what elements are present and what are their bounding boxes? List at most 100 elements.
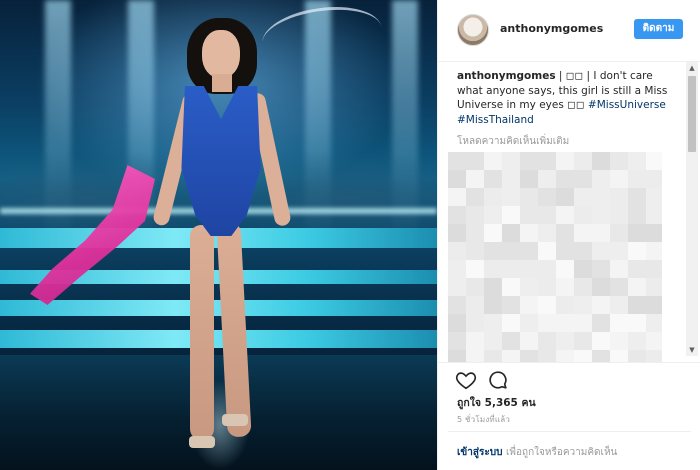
heart-icon[interactable] — [455, 369, 477, 391]
pixel-block — [646, 332, 662, 350]
post-side-panel: anthonymgomes ติดตาม anthonymgomes | ◻◻ … — [437, 0, 700, 470]
pixel-block — [628, 350, 646, 362]
pixel-block — [556, 296, 574, 314]
pixel-block — [538, 170, 556, 188]
pixel-block — [502, 332, 520, 350]
pixel-block — [574, 188, 592, 206]
pixel-block — [556, 188, 574, 206]
pixel-block — [520, 170, 538, 188]
pixel-block — [502, 242, 520, 260]
pixel-block — [592, 188, 610, 206]
pixel-block — [646, 278, 662, 296]
post-photo[interactable] — [0, 0, 437, 470]
ribbon-decoration — [258, 0, 386, 72]
pixel-block — [448, 242, 466, 260]
pixel-block — [574, 206, 592, 224]
pixel-block — [484, 260, 502, 278]
pixel-block — [574, 224, 592, 242]
pixel-block — [484, 314, 502, 332]
pixel-block — [448, 296, 466, 314]
pixel-block — [610, 188, 628, 206]
pixel-block — [466, 278, 484, 296]
contestant-leg — [190, 225, 214, 440]
login-link[interactable]: เข้าสู่ระบบ — [457, 445, 502, 460]
pixel-block — [502, 152, 520, 170]
pixel-block — [466, 188, 484, 206]
pixel-block — [610, 350, 628, 362]
pixel-block — [646, 242, 662, 260]
pixel-block — [520, 350, 538, 362]
avatar[interactable] — [457, 14, 489, 46]
pixel-block — [628, 314, 646, 332]
pixel-block — [556, 278, 574, 296]
pixel-block — [538, 206, 556, 224]
pixel-block — [448, 314, 466, 332]
pixel-block — [520, 296, 538, 314]
pixel-block — [538, 350, 556, 362]
pixel-block — [592, 242, 610, 260]
pixel-block — [538, 188, 556, 206]
arrow-up-icon[interactable]: ▲ — [686, 62, 698, 74]
pixelated-comments — [448, 152, 662, 362]
pixel-block — [466, 296, 484, 314]
pixel-block — [520, 260, 538, 278]
pixel-block — [574, 332, 592, 350]
pixel-block — [610, 278, 628, 296]
pixel-block — [628, 242, 646, 260]
pixel-block — [466, 314, 484, 332]
follow-button[interactable]: ติดตาม — [634, 19, 683, 39]
comments-area: anthonymgomes | ◻◻ | I don't care what a… — [438, 62, 700, 362]
pixel-block — [556, 206, 574, 224]
pixel-block — [610, 332, 628, 350]
pixel-block — [466, 242, 484, 260]
pixel-block — [520, 332, 538, 350]
pixel-block — [556, 152, 574, 170]
pixel-block — [646, 260, 662, 278]
username-link[interactable]: anthonymgomes — [500, 22, 603, 35]
pixel-block — [538, 260, 556, 278]
pixel-block — [448, 350, 466, 362]
load-more-comments[interactable]: โหลดความคิดเห็นเพิ่มเติม — [457, 134, 569, 149]
pixel-block — [610, 152, 628, 170]
pixel-block — [484, 206, 502, 224]
pixel-block — [538, 242, 556, 260]
scrollbar-thumb[interactable] — [688, 76, 696, 152]
comments-scrollbar[interactable]: ▲ ▼ — [686, 62, 698, 356]
contestant-neck — [212, 74, 232, 92]
contestant-face — [202, 30, 240, 78]
pixel-block — [628, 170, 646, 188]
pixel-block — [574, 170, 592, 188]
pixel-block — [628, 206, 646, 224]
pixel-block — [556, 260, 574, 278]
pixel-block — [466, 206, 484, 224]
pixel-block — [466, 152, 484, 170]
pixel-block — [592, 152, 610, 170]
pixel-block — [520, 224, 538, 242]
pixel-block — [502, 278, 520, 296]
pixel-block — [610, 206, 628, 224]
comment-icon[interactable] — [487, 369, 509, 391]
pixel-block — [574, 278, 592, 296]
pixel-block — [592, 350, 610, 362]
likes-count[interactable]: ถูกใจ 5,365 คน — [457, 394, 536, 411]
pixel-block — [592, 278, 610, 296]
pixel-block — [448, 206, 466, 224]
pixel-block — [484, 296, 502, 314]
pixel-block — [502, 314, 520, 332]
pixel-block — [592, 332, 610, 350]
hashtag-link[interactable]: #MissUniverse — [588, 99, 666, 111]
pixel-block — [574, 314, 592, 332]
stage-step — [0, 300, 437, 316]
pixel-block — [628, 260, 646, 278]
pixel-block — [610, 224, 628, 242]
pixel-block — [484, 242, 502, 260]
hashtag-link[interactable]: #MissThailand — [457, 114, 534, 126]
caption-author[interactable]: anthonymgomes — [457, 70, 556, 82]
arrow-down-icon[interactable]: ▼ — [686, 344, 698, 356]
pixel-block — [538, 296, 556, 314]
pixel-block — [592, 260, 610, 278]
pixel-block — [646, 206, 662, 224]
pixel-block — [628, 188, 646, 206]
pixel-block — [556, 350, 574, 362]
pixel-block — [520, 314, 538, 332]
